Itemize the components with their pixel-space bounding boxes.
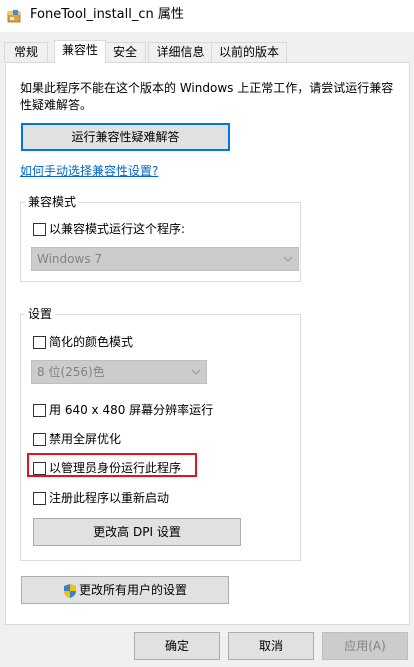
color-depth-select[interactable]: 8 位(256)色 xyxy=(31,360,207,384)
compat-mode-group: 兼容模式 以兼容模式运行这个程序: Windows 7 xyxy=(20,194,301,282)
chevron-down-icon xyxy=(283,256,293,262)
compat-mode-checkbox-label: 以兼容模式运行这个程序: xyxy=(49,222,186,236)
compat-os-select[interactable]: Windows 7 xyxy=(31,247,299,271)
intro-text: 如果此程序不能在这个版本的 Windows 上正常工作，请尝试运行兼容性疑难解答… xyxy=(20,81,394,112)
uac-shield-icon xyxy=(63,583,76,598)
tab-general[interactable]: 常规 xyxy=(4,42,48,62)
troubleshoot-button[interactable]: 运行兼容性疑难解答 xyxy=(21,123,230,151)
cancel-button[interactable]: 取消 xyxy=(228,632,314,660)
disable-fullscreen-checkbox[interactable] xyxy=(33,433,46,446)
installer-package-icon xyxy=(7,10,21,23)
all-users-settings-button[interactable]: 更改所有用户的设置 xyxy=(21,576,229,604)
title-bar[interactable]: FoneTool_install_cn 属性 xyxy=(0,0,414,32)
tab-compatibility[interactable]: 兼容性 xyxy=(54,40,106,63)
tab-previous-versions[interactable]: 以前的版本 xyxy=(211,42,287,62)
chevron-down-icon xyxy=(191,369,201,375)
reduced-color-label: 简化的颜色模式 xyxy=(49,335,134,349)
res-640-checkbox[interactable] xyxy=(33,404,46,417)
window-title: FoneTool_install_cn 属性 xyxy=(30,7,184,22)
res-640-label: 用 640 x 480 屏幕分辨率运行 xyxy=(49,403,214,417)
register-restart-label: 注册此程序以重新启动 xyxy=(49,491,170,505)
properties-window: FoneTool_install_cn 属性 常规 兼容性 安全 详细信息 以前… xyxy=(0,0,414,667)
run-as-admin-checkbox[interactable] xyxy=(33,462,46,475)
register-restart-checkbox[interactable] xyxy=(33,492,46,505)
compatibility-panel: 如果此程序不能在这个版本的 Windows 上正常工作，请尝试运行兼容性疑难解答… xyxy=(5,62,410,625)
apply-button[interactable]: 应用(A) xyxy=(322,632,408,660)
settings-group-label: 设置 xyxy=(25,306,56,322)
settings-group: 设置 简化的颜色模式 8 位(256)色 用 640 x 480 屏幕分辨率运行… xyxy=(20,306,301,561)
compat-os-select-value: Windows 7 xyxy=(37,252,103,266)
compat-mode-checkbox[interactable] xyxy=(33,223,46,236)
reduced-color-checkbox[interactable] xyxy=(33,336,46,349)
manual-settings-link[interactable]: 如何手动选择兼容性设置? xyxy=(20,162,158,179)
all-users-settings-label: 更改所有用户的设置 xyxy=(78,583,187,597)
change-dpi-button[interactable]: 更改高 DPI 设置 xyxy=(33,518,241,546)
color-depth-select-value: 8 位(256)色 xyxy=(37,365,105,379)
compat-mode-group-label: 兼容模式 xyxy=(25,194,80,210)
ok-button[interactable]: 确定 xyxy=(134,632,220,660)
run-as-admin-label: 以管理员身份运行此程序 xyxy=(49,461,182,475)
disable-fullscreen-label: 禁用全屏优化 xyxy=(49,432,122,446)
tab-details[interactable]: 详细信息 xyxy=(148,42,213,62)
tab-security[interactable]: 安全 xyxy=(104,42,146,62)
